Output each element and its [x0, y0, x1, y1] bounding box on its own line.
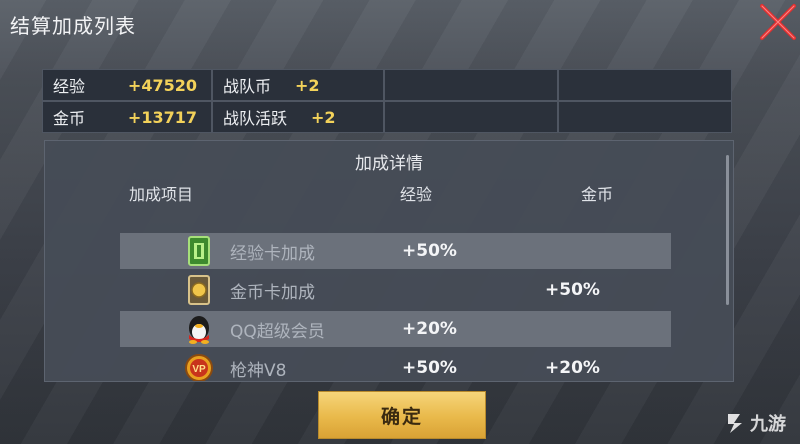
summary-label: 经验	[53, 77, 86, 96]
bonus-name: 经验卡加成	[230, 243, 315, 264]
bonus-row: 金币卡加成 +50%	[120, 272, 671, 308]
summary-cell-exp: 经验 +47520	[42, 69, 212, 101]
bonus-exp: +50%	[402, 358, 457, 378]
summary-value: +47520	[127, 75, 197, 95]
jiuyou-logo-icon	[728, 414, 742, 433]
bonus-name: 金币卡加成	[230, 282, 315, 303]
summary-cell-gold: 金币 +13717	[42, 101, 212, 133]
bonus-name: QQ超级会员	[230, 321, 325, 342]
qq-penguin-icon	[189, 316, 209, 344]
summary-cell-empty	[558, 69, 732, 101]
bonus-row: 经验卡加成 +50%	[120, 233, 671, 269]
summary-cell-team-activity: 战队活跃 +2	[212, 101, 384, 133]
vip-badge-icon: VP	[185, 354, 213, 381]
confirm-button[interactable]: 确定	[318, 391, 486, 439]
watermark: 九游	[724, 410, 786, 436]
svg-text:VP: VP	[192, 364, 206, 375]
column-header-gold: 金币	[581, 185, 614, 204]
summary-label: 战队币	[223, 77, 272, 96]
summary-label: 战队活跃	[223, 109, 288, 128]
bonus-name: 枪神V8	[230, 360, 287, 381]
close-icon	[760, 4, 796, 40]
scrollbar[interactable]	[726, 155, 729, 305]
bonus-row: QQ超级会员 +20%	[120, 311, 671, 347]
summary-cell-empty	[384, 101, 558, 133]
watermark-text: 九游	[750, 414, 786, 435]
bonus-exp: +50%	[402, 241, 457, 261]
summary-cell-empty	[558, 101, 732, 133]
details-heading: 加成详情	[355, 154, 423, 174]
summary-value: +13717	[127, 107, 197, 127]
bonus-gold: +50%	[545, 280, 600, 300]
summary-cell-empty	[384, 69, 558, 101]
summary-value: +2	[311, 107, 336, 127]
summary-label: 金币	[53, 109, 86, 128]
gold-card-icon	[188, 275, 210, 305]
close-button[interactable]	[756, 0, 800, 44]
summary-value: +2	[295, 75, 320, 95]
summary-table: 经验 +47520 战队币 +2 金币 +13717 战队活跃 +2	[42, 69, 732, 133]
column-header-exp: 经验	[400, 185, 433, 204]
bonus-row: VP 枪神V8 +50% +20%	[120, 350, 671, 381]
page-title: 结算加成列表	[10, 14, 136, 38]
exp-card-icon	[188, 236, 210, 266]
summary-cell-team-coin: 战队币 +2	[212, 69, 384, 101]
column-header-item: 加成项目	[129, 185, 194, 204]
bonus-details-panel[interactable]: 加成详情 加成项目 经验 金币 经验卡加成 +50% 金币卡加成 +50% QQ…	[44, 140, 734, 382]
bonus-gold: +20%	[545, 358, 600, 378]
bonus-exp: +20%	[402, 319, 457, 339]
